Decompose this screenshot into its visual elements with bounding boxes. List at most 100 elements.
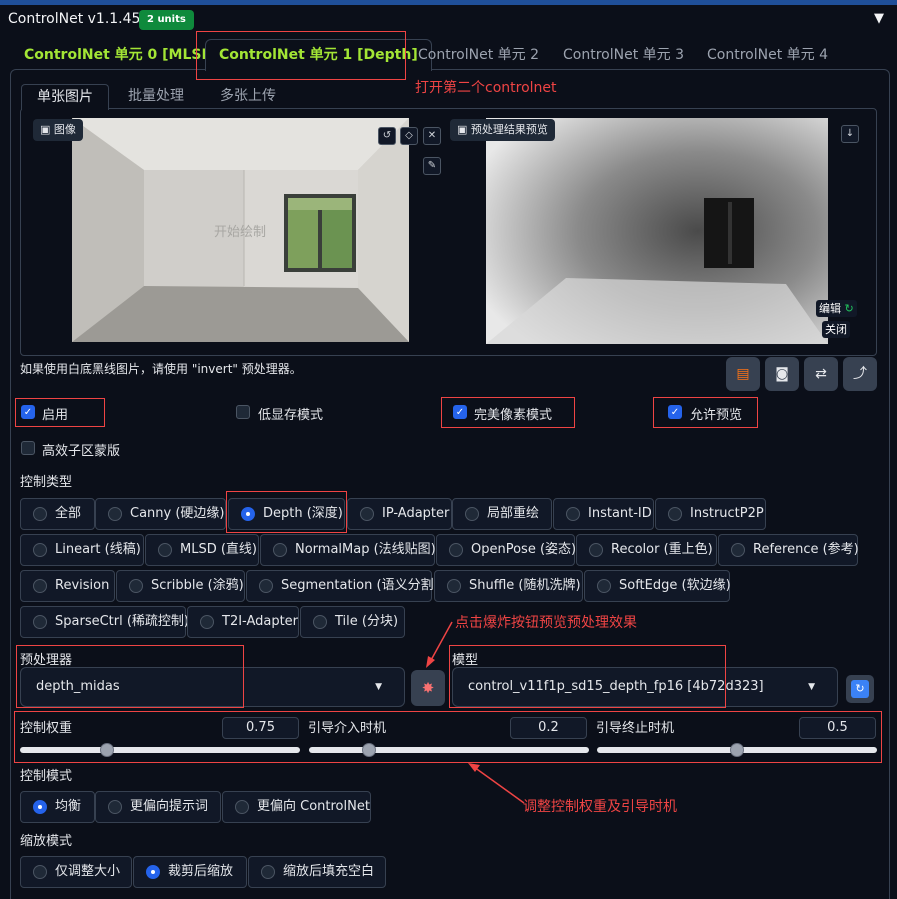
option-label: Lineart (线稿) bbox=[55, 542, 141, 557]
option-label: Recolor (重上色) bbox=[611, 542, 713, 557]
refresh-icon: ↻ bbox=[851, 680, 869, 698]
option-label: SparseCtrl (稀疏控制) bbox=[55, 614, 189, 629]
resize-mode-just-resize[interactable]: 仅调整大小 bbox=[20, 856, 132, 888]
option-label: InstructP2P bbox=[690, 506, 764, 521]
swap-button[interactable]: ⇄ bbox=[804, 357, 838, 391]
control-type-scribble[interactable]: Scribble (涂鸦) bbox=[116, 570, 245, 602]
tab-multi-upload[interactable]: 多张上传 bbox=[220, 84, 276, 110]
chevron-down-icon: ▼ bbox=[808, 682, 815, 692]
control-type-shuffle[interactable]: Shuffle (随机洗牌) bbox=[434, 570, 583, 602]
chevron-down-icon: ▼ bbox=[375, 682, 382, 692]
edit-button[interactable]: 编辑 ↻ bbox=[816, 300, 857, 317]
control-type-instructp2p[interactable]: InstructP2P bbox=[655, 498, 766, 530]
mask-upload-label: 高效子区蒙版 bbox=[42, 444, 121, 459]
swap-icon: ⇄ bbox=[815, 366, 827, 382]
end-label: 引导终止时机 bbox=[596, 721, 675, 736]
radio-indicator bbox=[273, 543, 287, 557]
download-icon[interactable]: ↓ bbox=[841, 125, 859, 143]
undo-icon[interactable]: ↺ bbox=[378, 127, 396, 145]
control-type-all[interactable]: 全部 bbox=[20, 498, 95, 530]
control-mode-balanced[interactable]: 均衡 bbox=[20, 791, 95, 823]
radio-indicator bbox=[158, 543, 172, 557]
radio-indicator bbox=[108, 800, 122, 814]
start-slider[interactable] bbox=[309, 747, 589, 753]
start-drawing-overlay[interactable]: 开始绘制 bbox=[214, 221, 266, 240]
annotation-box-unit-tab bbox=[196, 31, 406, 80]
mask-upload-checkbox[interactable] bbox=[21, 441, 35, 455]
control-type-lineart[interactable]: Lineart (线稿) bbox=[20, 534, 144, 566]
refresh-models-button[interactable]: ↻ bbox=[846, 675, 874, 703]
send-dimensions-button[interactable]: ⤴ bbox=[843, 357, 877, 391]
start-input[interactable]: 0.2 bbox=[510, 717, 587, 739]
weight-input[interactable]: 0.75 bbox=[222, 717, 299, 739]
close-icon[interactable]: ✕ bbox=[423, 127, 441, 145]
control-type-normalmap[interactable]: NormalMap (法线贴图) bbox=[260, 534, 436, 566]
control-type-t2i-adapter[interactable]: T2I-Adapter bbox=[187, 606, 299, 638]
option-label: MLSD (直线) bbox=[180, 542, 257, 557]
option-label: 裁剪后缩放 bbox=[168, 864, 234, 879]
preview-label: ▣ 预处理结果预览 bbox=[450, 119, 555, 141]
control-type-sparsectrl[interactable]: SparseCtrl (稀疏控制) bbox=[20, 606, 189, 638]
control-type-inpaint[interactable]: 局部重绘 bbox=[452, 498, 552, 530]
camera-button[interactable]: ◙ bbox=[765, 357, 799, 391]
resize-mode-fill[interactable]: 缩放后填充空白 bbox=[248, 856, 386, 888]
control-type-softedge[interactable]: SoftEdge (软边缘) bbox=[584, 570, 731, 602]
resize-mode-crop[interactable]: 裁剪后缩放 bbox=[133, 856, 247, 888]
radio-indicator bbox=[235, 800, 249, 814]
radio-indicator bbox=[360, 507, 374, 521]
tab-unit-0[interactable]: ControlNet 单元 0 [MLSD] bbox=[24, 40, 220, 70]
radio-indicator bbox=[108, 507, 122, 521]
radio-indicator bbox=[465, 507, 479, 521]
end-input[interactable]: 0.5 bbox=[799, 717, 876, 739]
option-label: 更偏向 ControlNet bbox=[257, 799, 370, 814]
radio-indicator bbox=[668, 507, 682, 521]
low-vram-checkbox[interactable] bbox=[236, 405, 250, 419]
option-label: 缩放后填充空白 bbox=[283, 864, 375, 879]
end-slider-thumb[interactable] bbox=[730, 743, 744, 757]
camera-icon: ◙ bbox=[775, 366, 789, 382]
control-type-openpose[interactable]: OpenPose (姿态) bbox=[436, 534, 576, 566]
radio-indicator bbox=[200, 615, 214, 629]
run-preprocessor-button[interactable]: ✸ bbox=[411, 670, 445, 706]
radio-indicator bbox=[261, 865, 275, 879]
control-mode-label: 控制模式 bbox=[20, 769, 73, 784]
control-type-tile[interactable]: Tile (分块) bbox=[300, 606, 405, 638]
control-mode-controlnet[interactable]: 更偏向 ControlNet bbox=[222, 791, 371, 823]
close-preview-button[interactable]: 关闭 bbox=[822, 321, 850, 338]
control-type-ip-adapter[interactable]: IP-Adapter bbox=[347, 498, 452, 530]
control-type-segmentation[interactable]: Segmentation (语义分割) bbox=[246, 570, 439, 602]
upload-doc-button[interactable]: ▤ bbox=[726, 357, 760, 391]
annotation-click-explode: 点击爆炸按钮预览预处理效果 bbox=[455, 615, 637, 631]
weight-slider-thumb[interactable] bbox=[99, 743, 114, 757]
control-type-revision[interactable]: Revision bbox=[20, 570, 115, 602]
control-mode-prompt[interactable]: 更偏向提示词 bbox=[95, 791, 221, 823]
option-label: Canny (硬边缘) bbox=[130, 506, 225, 521]
start-label: 引导介入时机 bbox=[308, 721, 387, 736]
control-type-recolor[interactable]: Recolor (重上色) bbox=[576, 534, 717, 566]
annotation-box-depth bbox=[226, 491, 347, 533]
control-type-canny[interactable]: Canny (硬边缘) bbox=[95, 498, 226, 530]
control-type-mlsd[interactable]: MLSD (直线) bbox=[145, 534, 259, 566]
explosion-icon: ✸ bbox=[421, 679, 435, 697]
radio-indicator bbox=[129, 579, 143, 593]
tab-unit-2[interactable]: ControlNet 单元 2 bbox=[418, 40, 539, 70]
collapse-icon[interactable]: ▼ bbox=[874, 11, 884, 26]
tab-single-image[interactable]: 单张图片 bbox=[21, 84, 109, 110]
annotation-box-allow-preview bbox=[653, 397, 758, 428]
control-type-instant-id[interactable]: Instant-ID bbox=[553, 498, 654, 530]
eraser-icon[interactable]: ◇ bbox=[400, 127, 418, 145]
input-image-label: ▣ 图像 bbox=[33, 119, 83, 141]
resize-mode-label: 缩放模式 bbox=[20, 834, 73, 849]
radio-indicator bbox=[33, 579, 47, 593]
radio-indicator bbox=[449, 543, 463, 557]
control-type-reference[interactable]: Reference (参考) bbox=[718, 534, 859, 566]
tab-batch[interactable]: 批量处理 bbox=[128, 84, 184, 110]
weight-label: 控制权重 bbox=[20, 721, 73, 736]
radio-indicator bbox=[33, 865, 47, 879]
tab-unit-4[interactable]: ControlNet 单元 4 bbox=[707, 40, 828, 70]
radio-indicator bbox=[447, 579, 461, 593]
tab-unit-3[interactable]: ControlNet 单元 3 bbox=[563, 40, 684, 70]
brush-icon[interactable]: ✎ bbox=[423, 157, 441, 175]
image-icon: ▣ bbox=[40, 123, 54, 136]
weight-slider[interactable] bbox=[20, 747, 300, 753]
